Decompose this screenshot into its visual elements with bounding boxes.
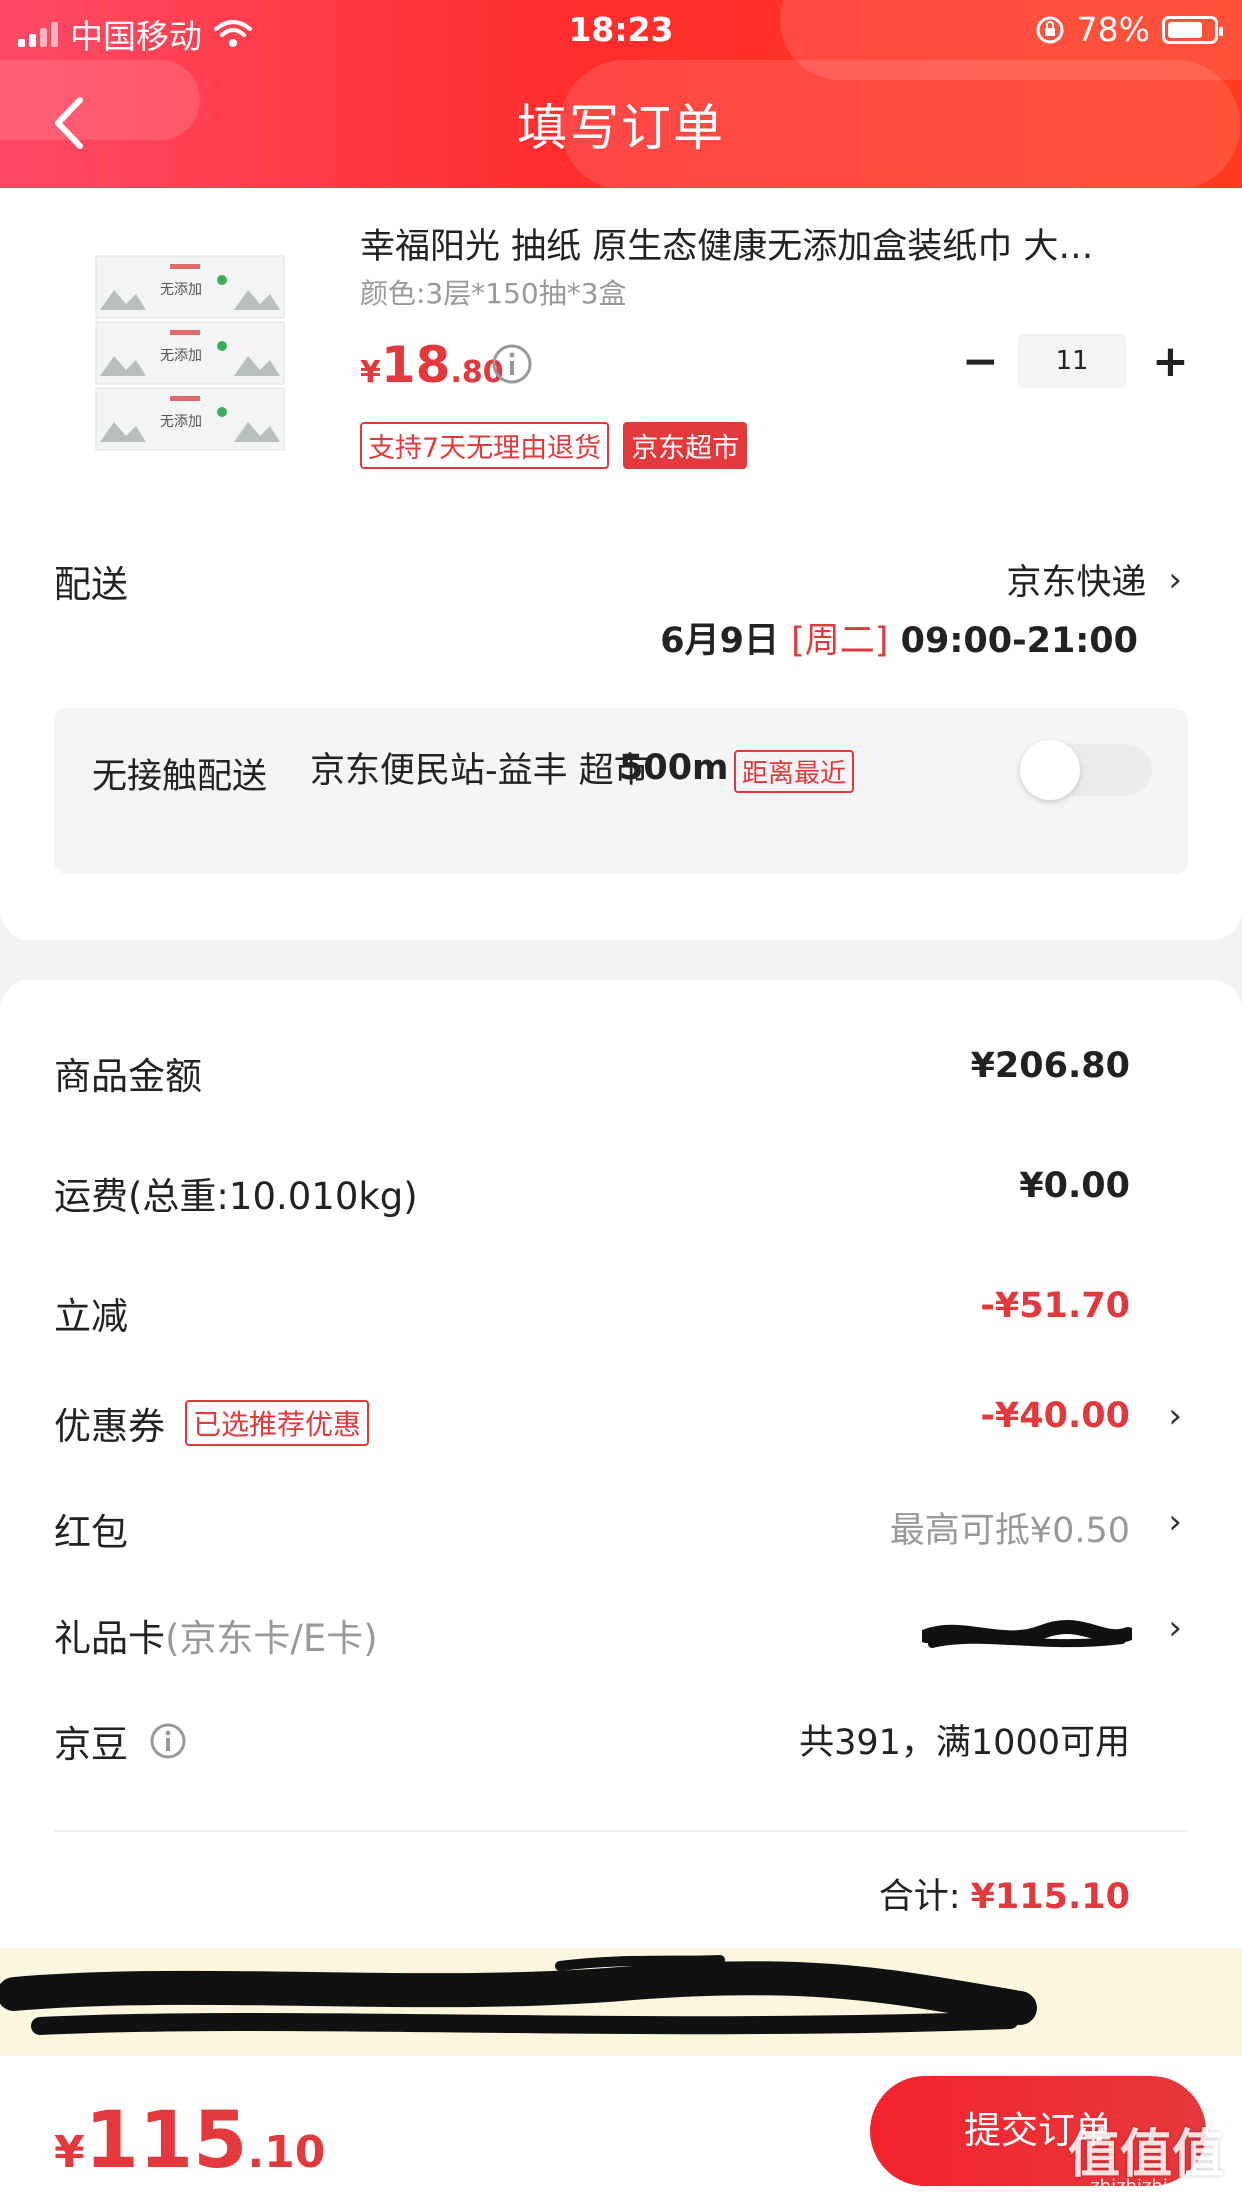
product-card: 无添加 无添加 无添加 幸福阳光 抽纸 原生态健康无添加盒装纸巾 大… 颜色:3… [0, 188, 1242, 940]
summary-row-goods: 商品金额 ¥206.80 [0, 1046, 1242, 1106]
coupon-label: 优惠券 [54, 1405, 165, 1448]
quantity-stepper: − 11 + [962, 334, 1189, 388]
delivery-window: 09:00-21:00 [900, 621, 1138, 661]
increase-button[interactable]: + [1152, 336, 1189, 387]
page-title: 填写订单 [517, 99, 725, 157]
price-currency: ¥ [360, 355, 381, 390]
nearest-tag: 距离最近 [734, 750, 855, 793]
jingdou-label: 京豆 [54, 1723, 128, 1766]
shipping-value: ¥0.00 [1019, 1166, 1130, 1206]
coupon-selected-tag: 已选推荐优惠 [185, 1400, 370, 1446]
shipping-label: 运费(总重:10.010kg) [54, 1175, 418, 1218]
product-spec: 颜色:3层*150抽*3盒 [360, 277, 627, 310]
svg-text:无添加: 无添加 [160, 414, 202, 430]
redpacket-label: 红包 [54, 1511, 128, 1554]
summary-row-discount: 立减 -¥51.70 [0, 1286, 1242, 1346]
status-bar: 中国移动 18:23 78% [0, 0, 1242, 56]
summary-row-jingdou: 京豆 共391，满1000可用 [0, 1714, 1242, 1774]
delivery-label: 配送 [54, 563, 128, 606]
battery-percent: 78% [1076, 10, 1150, 49]
summary-row-coupon[interactable]: 优惠券 已选推荐优惠 -¥40.00 › [0, 1396, 1242, 1456]
info-icon[interactable] [490, 342, 534, 386]
contactless-toggle[interactable] [1020, 740, 1152, 800]
return-policy-tag: 支持7天无理由退货 [360, 422, 610, 469]
delivery-date: 6月9日 [660, 621, 779, 661]
info-icon[interactable] [148, 1721, 188, 1761]
order-total: 合计: ¥115.10 [879, 1868, 1130, 1919]
payable-amount: ¥ 115 .10 [54, 2096, 325, 2186]
payable-integer: 115 [84, 2096, 248, 2186]
summary-row-redpacket[interactable]: 红包 最高可抵¥0.50 › [0, 1502, 1242, 1562]
divider [54, 1830, 1188, 1832]
redacted-scribble [922, 1620, 1132, 1648]
chevron-right-icon: › [1168, 1502, 1182, 1542]
svg-text:无添加: 无添加 [160, 282, 202, 298]
total-label: 合计: [878, 1877, 961, 1917]
svg-text:无添加: 无添加 [160, 348, 202, 364]
battery-icon [1162, 15, 1223, 44]
delivery-time[interactable]: 6月9日 [周二] 09:00-21:00 [660, 612, 1138, 663]
contactless-label: 无接触配送 [92, 757, 268, 797]
delivery-method[interactable]: 京东快递 › [1006, 554, 1182, 605]
price-integer: 18 [380, 336, 451, 394]
discount-label: 立减 [54, 1295, 128, 1338]
toggle-knob [1020, 740, 1080, 800]
chevron-right-icon: › [1168, 1396, 1182, 1436]
contactless-delivery-box: 无接触配送 京东便民站-益丰 超市 500m 距离最近 [54, 708, 1188, 874]
chevron-right-icon: › [1168, 1608, 1182, 1648]
watermark-url: zhizhizhi.com [1090, 2176, 1212, 2197]
pickup-distance: 500m [619, 748, 729, 788]
rotation-lock-icon [1036, 16, 1064, 43]
product-image[interactable]: 无添加 无添加 无添加 [90, 238, 290, 468]
delivery-weekday: [周二] [791, 621, 889, 661]
goods-amount-label: 商品金额 [54, 1055, 202, 1098]
jd-supermarket-tag: 京东超市 [623, 422, 748, 469]
discount-value: -¥51.70 [980, 1286, 1130, 1326]
app-header: 中国移动 18:23 78% 填写订单 [0, 0, 1242, 188]
giftcard-sublabel: (京东卡/E卡) [165, 1617, 378, 1660]
summary-row-shipping: 运费(总重:10.010kg) ¥0.00 [0, 1166, 1242, 1226]
summary-row-giftcard[interactable]: 礼品卡 (京东卡/E卡) › [0, 1608, 1242, 1668]
jingdou-value: 共391，满1000可用 [799, 1723, 1130, 1763]
goods-amount-value: ¥206.80 [970, 1046, 1130, 1086]
product-title[interactable]: 幸福阳光 抽纸 原生态健康无添加盒装纸巾 大… [360, 218, 1190, 269]
giftcard-label: 礼品卡 [54, 1617, 165, 1660]
total-amount: ¥115.10 [970, 1877, 1130, 1917]
redacted-scribble [0, 1955, 1037, 2035]
checkout-bar: ¥ 115 .10 提交订单 [0, 2056, 1242, 2205]
payable-decimal: .10 [247, 2127, 326, 2178]
coupon-value: -¥40.00 [980, 1396, 1130, 1436]
product-price: ¥ 18 .80 [360, 336, 504, 394]
redpacket-value: 最高可抵¥0.50 [889, 1511, 1130, 1551]
delivery-method-text: 京东快递 [1006, 563, 1147, 603]
decrease-button[interactable]: − [962, 336, 999, 387]
notice-banner [0, 1948, 1242, 2056]
payable-currency: ¥ [54, 2127, 85, 2178]
quantity-input[interactable]: 11 [1018, 334, 1126, 388]
product-tags: 支持7天无理由退货 京东超市 [360, 422, 748, 469]
chevron-right-icon: › [1168, 559, 1182, 600]
